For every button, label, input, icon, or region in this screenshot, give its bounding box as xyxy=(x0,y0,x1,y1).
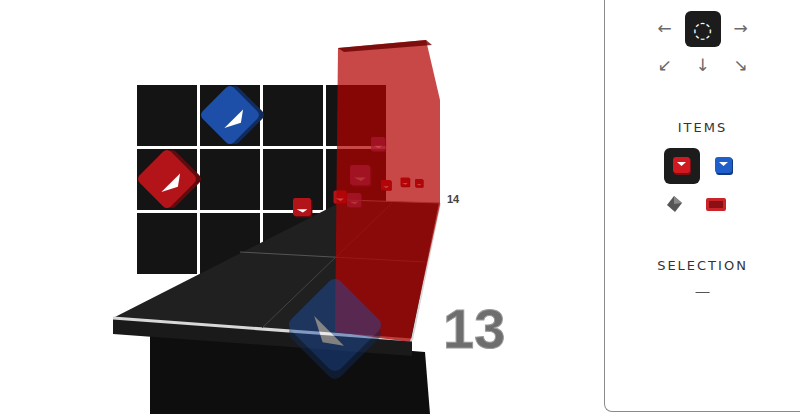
direction-button[interactable]: ↙ xyxy=(647,48,683,84)
red-block-icon xyxy=(671,155,693,177)
item-button[interactable] xyxy=(664,148,700,184)
beat-label: 13 xyxy=(443,297,505,360)
selection-title: SELECTION xyxy=(657,256,748,276)
item-button[interactable] xyxy=(706,148,742,184)
grid-cell[interactable] xyxy=(263,85,323,146)
direction-button[interactable]: ◌ xyxy=(685,11,721,47)
direction-button[interactable]: ↘ xyxy=(723,48,759,84)
items-title: ITEMS xyxy=(678,118,727,138)
item-button[interactable] xyxy=(656,186,692,222)
direction-button[interactable]: ↓ xyxy=(685,48,721,84)
grid-note[interactable] xyxy=(136,145,203,212)
direction-picker: ←◌→ ↙↓↘ xyxy=(647,11,759,84)
side-panel: ←◌→ ↙↓↘ ITEMS SELECTION — xyxy=(604,0,800,412)
blue-block-icon xyxy=(713,155,735,177)
item-button[interactable] xyxy=(698,186,734,222)
direction-button[interactable]: ← xyxy=(647,11,683,47)
grid-cell[interactable] xyxy=(200,149,260,210)
item-picker xyxy=(664,148,742,222)
selection-value: — xyxy=(696,281,710,302)
grid-cell[interactable] xyxy=(137,213,197,274)
direction-button[interactable]: → xyxy=(723,11,759,47)
bomb-icon xyxy=(663,193,685,215)
viewport[interactable]: 14 13 xyxy=(0,0,604,414)
wall-icon xyxy=(705,193,727,215)
track-note[interactable] xyxy=(293,198,312,217)
beat-label: 14 xyxy=(447,193,460,205)
ghost-note[interactable] xyxy=(282,276,389,383)
grid-cell[interactable] xyxy=(137,85,197,146)
grid-note[interactable] xyxy=(199,81,266,148)
